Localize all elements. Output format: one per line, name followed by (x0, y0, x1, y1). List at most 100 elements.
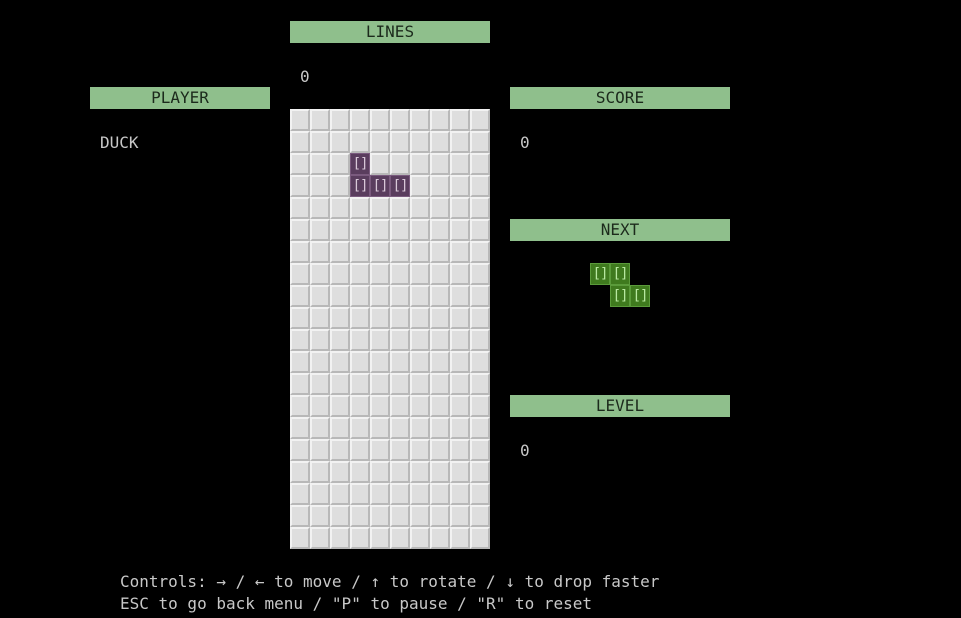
board-cell (410, 373, 430, 395)
board-cell (330, 263, 350, 285)
board-cell (410, 263, 430, 285)
board-cell (370, 219, 390, 241)
board-cell (410, 285, 430, 307)
board-cell (390, 153, 410, 175)
board-cell (470, 285, 490, 307)
board-cell (410, 527, 430, 549)
board-cell (370, 527, 390, 549)
board-cell (470, 461, 490, 483)
board-cell (370, 197, 390, 219)
board-cell (350, 263, 370, 285)
board-cell (470, 505, 490, 527)
board-cell (390, 373, 410, 395)
board-cell (430, 197, 450, 219)
board-cell (470, 109, 490, 131)
board-cell (330, 461, 350, 483)
next-piece-block: [] (610, 285, 630, 307)
board-cell (390, 505, 410, 527)
board-cell (370, 439, 390, 461)
board-cell (470, 131, 490, 153)
board-cell (290, 417, 310, 439)
board-cell (430, 307, 450, 329)
board-cell (330, 175, 350, 197)
lines-value: 0 (300, 67, 310, 86)
active-piece-block: [] (370, 175, 390, 197)
board-cell (330, 197, 350, 219)
board-cell (390, 439, 410, 461)
board-cell (370, 483, 390, 505)
board-cell (450, 175, 470, 197)
board-cell (290, 329, 310, 351)
board-cell (390, 417, 410, 439)
board-cell (290, 351, 310, 373)
board-cell (430, 241, 450, 263)
board-cell (330, 351, 350, 373)
board-cell (430, 527, 450, 549)
board-cell (390, 241, 410, 263)
board-cell (310, 439, 330, 461)
board-cell (290, 505, 310, 527)
board-cell (470, 263, 490, 285)
board-cell (390, 527, 410, 549)
board-cell (390, 461, 410, 483)
board-cell (310, 175, 330, 197)
board-cell (410, 131, 430, 153)
board-cell (310, 461, 330, 483)
board-cell (410, 417, 430, 439)
board-cell (410, 109, 430, 131)
board-cell (290, 527, 310, 549)
board-cell (310, 505, 330, 527)
board-cell (390, 263, 410, 285)
board-cell (410, 175, 430, 197)
board-cell (310, 109, 330, 131)
lines-header: LINES (290, 21, 490, 43)
board-cell (310, 153, 330, 175)
board-cell (370, 109, 390, 131)
board-cell (330, 439, 350, 461)
board-cell (330, 153, 350, 175)
board-cell (470, 307, 490, 329)
board-cell (370, 373, 390, 395)
board-cell (430, 175, 450, 197)
board-cell (390, 307, 410, 329)
board-cell (390, 109, 410, 131)
board-cell (310, 307, 330, 329)
board-cell (350, 461, 370, 483)
board-cell (350, 197, 370, 219)
board-cell (430, 109, 450, 131)
board-cell (450, 461, 470, 483)
board-cell (470, 417, 490, 439)
board-cell (450, 263, 470, 285)
board-cell (290, 153, 310, 175)
board-cell (430, 351, 450, 373)
board-cell (450, 197, 470, 219)
board-cell (350, 417, 370, 439)
board-cell (370, 263, 390, 285)
board-cell (350, 439, 370, 461)
board-cell (290, 395, 310, 417)
board-cell (310, 263, 330, 285)
board-cell (310, 351, 330, 373)
next-piece-preview: [][][][] (590, 263, 670, 329)
board-cell (410, 197, 430, 219)
board-cell (330, 417, 350, 439)
board-cell (350, 373, 370, 395)
board-cell (290, 263, 310, 285)
board-cell (330, 109, 350, 131)
board-cell (410, 461, 430, 483)
board-cell (350, 307, 370, 329)
board-cell (290, 439, 310, 461)
board-cell (370, 131, 390, 153)
board-cell (450, 395, 470, 417)
level-value: 0 (520, 441, 530, 460)
board-cell (410, 439, 430, 461)
board-cell (470, 527, 490, 549)
board-cell (470, 197, 490, 219)
board-cell (370, 505, 390, 527)
game-board[interactable]: [][][][] (290, 109, 490, 549)
board-cell (390, 329, 410, 351)
active-piece-block: [] (350, 175, 370, 197)
board-cell (390, 395, 410, 417)
board-cell (310, 285, 330, 307)
board-cell (410, 483, 430, 505)
